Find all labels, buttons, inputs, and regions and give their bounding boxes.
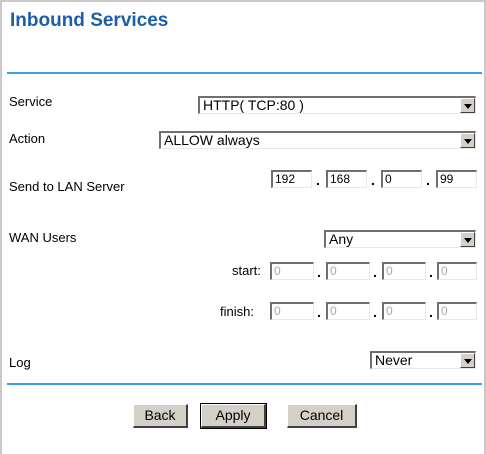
ip-separator: . (429, 264, 433, 280)
action-label: Action (9, 131, 46, 146)
wan-finish-label: finish: (220, 304, 254, 319)
wan-finish-octet-4[interactable]: 0 (437, 302, 477, 320)
wan-start-octet-4[interactable]: 0 (437, 262, 477, 280)
chevron-down-icon[interactable] (460, 232, 475, 247)
wan-finish-octet-1[interactable]: 0 (270, 302, 314, 320)
action-select[interactable]: ALLOW always (159, 131, 476, 149)
log-select[interactable]: Never (370, 351, 476, 369)
wan-users-label: WAN Users (9, 230, 77, 245)
buttons-divider (7, 383, 482, 385)
wan-start-label: start: (232, 263, 261, 278)
service-select-value: HTTP( TCP:80 ) (203, 97, 304, 113)
lan-server-octet-4[interactable]: 99 (436, 170, 477, 188)
lan-server-octet-2[interactable]: 168 (326, 170, 367, 188)
apply-button[interactable]: Apply (200, 403, 267, 429)
back-button[interactable]: Back (133, 404, 188, 428)
action-select-value: ALLOW always (164, 132, 260, 148)
page-title: Inbound Services (10, 10, 169, 31)
service-label: Service (9, 94, 53, 109)
ip-separator: . (317, 304, 321, 320)
wan-users-select[interactable]: Any (324, 230, 476, 248)
wan-start-octet-2[interactable]: 0 (326, 262, 370, 280)
ip-separator: . (426, 172, 430, 188)
inbound-services-panel (0, 0, 486, 454)
wan-finish-octet-3[interactable]: 0 (382, 302, 426, 320)
wan-start-octet-1[interactable]: 0 (270, 262, 314, 280)
lan-server-octet-3[interactable]: 0 (381, 170, 422, 188)
service-select[interactable]: HTTP( TCP:80 ) (198, 96, 476, 114)
ip-separator: . (317, 264, 321, 280)
chevron-down-icon[interactable] (460, 98, 475, 113)
wan-finish-octet-2[interactable]: 0 (326, 302, 370, 320)
cancel-button[interactable]: Cancel (287, 404, 357, 428)
chevron-down-icon[interactable] (460, 353, 475, 368)
ip-separator: . (316, 172, 320, 188)
lan-server-octet-1[interactable]: 192 (271, 170, 312, 188)
title-divider (7, 72, 482, 74)
ip-separator: . (371, 172, 375, 188)
wan-users-select-value: Any (329, 231, 354, 247)
ip-separator: . (373, 264, 377, 280)
lan-server-label: Send to LAN Server (9, 179, 125, 194)
chevron-down-icon[interactable] (460, 133, 475, 148)
log-select-value: Never (375, 352, 413, 368)
ip-separator: . (429, 304, 433, 320)
log-label: Log (9, 355, 31, 370)
ip-separator: . (373, 304, 377, 320)
wan-start-octet-3[interactable]: 0 (382, 262, 426, 280)
